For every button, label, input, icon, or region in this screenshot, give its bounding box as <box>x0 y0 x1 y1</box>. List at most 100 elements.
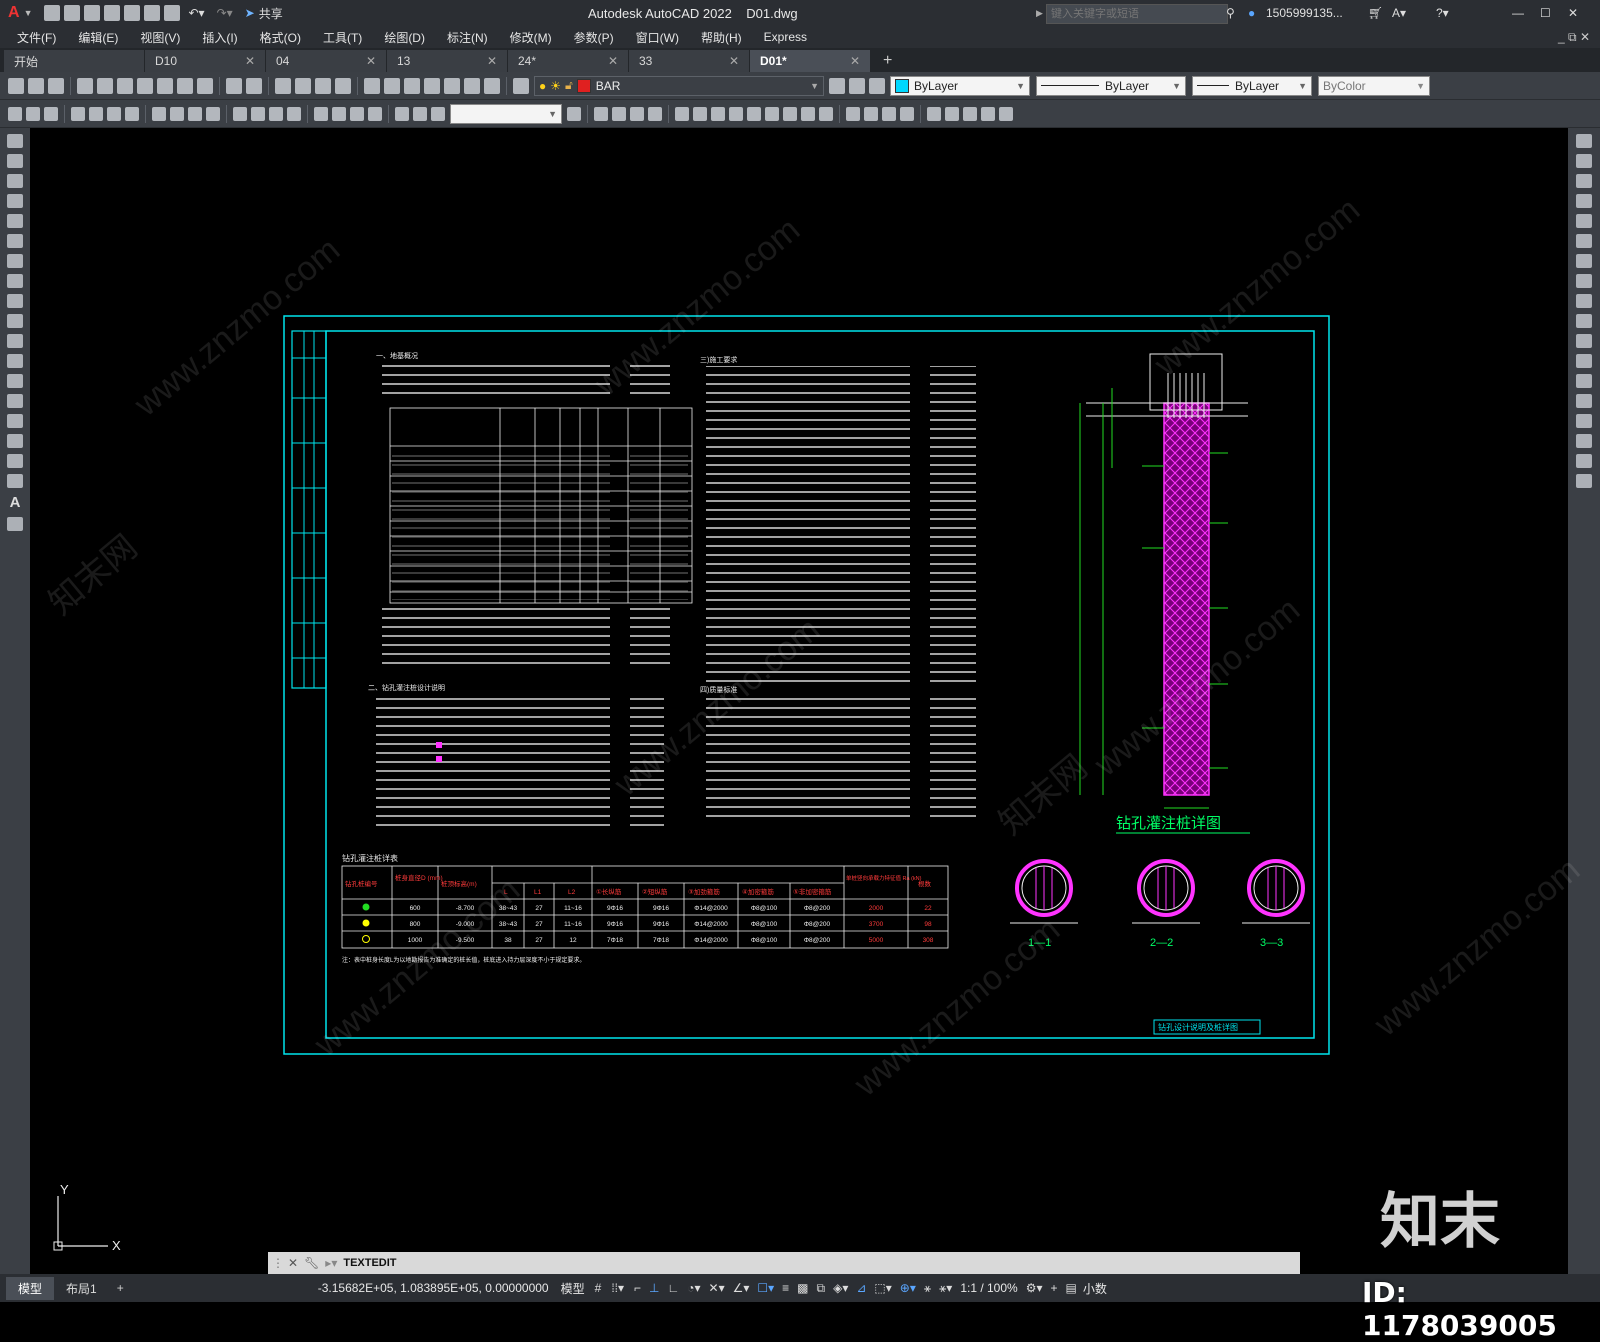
dimstyle-dropdown[interactable]: ▼ <box>450 103 562 124</box>
units-icon[interactable]: ▤ <box>1065 1281 1076 1295</box>
transparency-icon[interactable]: ▩ <box>797 1281 808 1295</box>
tool-a-icon[interactable] <box>8 106 22 121</box>
plotstyle-dropdown[interactable]: ByColor ▼ <box>1318 75 1430 96</box>
command-line[interactable]: ⋮ ✕ 🔧︎ ▸▾ TEXTEDIT <box>268 1252 1300 1274</box>
make-block-icon[interactable] <box>7 374 23 388</box>
tab-d10[interactable]: D10 ✕ <box>145 50 265 72</box>
grip-icon[interactable]: ⋮ <box>272 1256 284 1270</box>
dim-arc-icon[interactable] <box>107 106 121 121</box>
close-tab-icon[interactable]: ✕ <box>608 54 618 68</box>
preview-icon[interactable] <box>97 77 113 94</box>
add-selected-icon[interactable] <box>7 517 23 531</box>
tool-c-icon[interactable] <box>44 106 58 121</box>
explode-icon[interactable] <box>1576 474 1592 488</box>
close-tab-icon[interactable]: ✕ <box>487 54 497 68</box>
menu-format[interactable]: 格式(O) <box>249 29 312 46</box>
undo-icon[interactable]: ↶▾ <box>188 6 204 20</box>
menu-edit[interactable]: 编辑(E) <box>67 29 129 46</box>
modify-7-icon[interactable] <box>711 106 725 121</box>
redo-icon[interactable]: ↷▾ <box>217 6 233 20</box>
point-icon[interactable] <box>7 394 23 408</box>
cart-icon[interactable]: 🛒︎ <box>1368 6 1383 20</box>
cut-icon[interactable] <box>137 77 153 94</box>
copy-icon[interactable] <box>157 77 173 94</box>
zoom-realtime-icon[interactable] <box>295 77 311 94</box>
move-icon[interactable] <box>1576 234 1592 248</box>
modify-18-icon[interactable] <box>927 106 941 121</box>
save-icon[interactable] <box>84 5 101 21</box>
add-layout-icon[interactable]: + <box>109 1281 132 1295</box>
make-current-layer-icon[interactable] <box>829 77 845 94</box>
units-readout[interactable]: 小数 <box>1083 1280 1107 1297</box>
rectangle-icon[interactable] <box>7 214 23 228</box>
model-space-toggle[interactable]: 模型 <box>561 1280 585 1297</box>
revcloud-icon[interactable] <box>7 274 23 288</box>
search-expand-icon[interactable]: ▶ <box>1036 8 1043 19</box>
modify-15-icon[interactable] <box>864 106 878 121</box>
dim-baseline-icon[interactable] <box>251 106 265 121</box>
menu-tools[interactable]: 工具(T) <box>312 29 373 46</box>
print-icon[interactable] <box>164 5 181 21</box>
layer-dropdown[interactable]: ● ☀ 🔓︎ BAR ▼ <box>534 75 824 96</box>
dim-aligned-icon[interactable] <box>89 106 103 121</box>
new-tab-icon[interactable]: + <box>883 50 892 72</box>
modify-19-icon[interactable] <box>945 106 959 121</box>
paste-icon[interactable] <box>177 77 193 94</box>
dim-ordinate-icon[interactable] <box>125 106 139 121</box>
gradient-icon[interactable] <box>7 434 23 448</box>
menu-express[interactable]: Express <box>753 30 818 44</box>
share-icon[interactable]: ➤ <box>245 6 255 20</box>
dim-radius-icon[interactable] <box>152 106 166 121</box>
user-icon[interactable]: ● <box>1248 6 1255 20</box>
isodraft-icon[interactable]: ✕▾ <box>709 1281 725 1295</box>
tab-13[interactable]: 13 ✕ <box>387 50 507 72</box>
linetype-dropdown[interactable]: ByLayer ▼ <box>1036 75 1186 96</box>
drawing-canvas[interactable]: 一、地基概况 二、钻孔灌注桩设计说明 三)施工要求 四)质量标准 钻孔灌注桩详表 <box>30 128 1587 1274</box>
snap-icon[interactable]: ⁞⁞▾ <box>611 1281 624 1295</box>
layout-tab-model[interactable]: 模型 <box>6 1276 55 1300</box>
publish-icon[interactable] <box>117 77 133 94</box>
layer-previous-icon[interactable] <box>849 77 865 94</box>
spline-icon[interactable] <box>7 294 23 308</box>
maximize-icon[interactable]: ☐ <box>1540 6 1551 20</box>
annotation-scale-icon[interactable]: ⚹▾ <box>939 1281 952 1296</box>
modify-5-icon[interactable] <box>675 106 689 121</box>
tool-b-icon[interactable] <box>26 106 40 121</box>
dynamic-input-icon[interactable]: ⊥ <box>649 1281 659 1295</box>
customize-icon[interactable]: 🔧︎ <box>304 1256 319 1270</box>
selection-cycling-icon[interactable]: ⧉ <box>817 1281 826 1296</box>
copy-object-icon[interactable] <box>1576 154 1592 168</box>
hatch-icon[interactable] <box>7 414 23 428</box>
tab-24[interactable]: 24* ✕ <box>508 50 628 72</box>
mtext-icon[interactable]: A <box>0 494 30 511</box>
zoom-window-icon[interactable] <box>315 77 331 94</box>
menu-draw[interactable]: 绘图(D) <box>373 29 436 46</box>
save-file-icon[interactable] <box>48 77 64 94</box>
markup-icon[interactable] <box>444 77 460 94</box>
modify-21-icon[interactable] <box>981 106 995 121</box>
redo-toolbar-icon[interactable] <box>246 77 262 94</box>
dim-jogged-icon[interactable] <box>170 106 184 121</box>
polygon-icon[interactable] <box>7 194 23 208</box>
table-icon[interactable] <box>7 474 23 488</box>
tab-33[interactable]: 33 ✕ <box>629 50 749 72</box>
new-icon[interactable] <box>44 5 61 21</box>
modify-17-icon[interactable] <box>900 106 914 121</box>
polyline-icon[interactable] <box>7 174 23 188</box>
inspection-icon[interactable] <box>350 106 364 121</box>
zoom-previous-icon[interactable] <box>335 77 351 94</box>
layer-properties-icon[interactable] <box>513 77 529 94</box>
modify-3-icon[interactable] <box>630 106 644 121</box>
dim-override-icon[interactable] <box>567 106 581 121</box>
dim-continue-icon[interactable] <box>269 106 283 121</box>
modify-14-icon[interactable] <box>846 106 860 121</box>
annotation-visibility-icon[interactable]: ⚹ <box>924 1281 931 1296</box>
construction-line-icon[interactable] <box>7 154 23 168</box>
modify-10-icon[interactable] <box>765 106 779 121</box>
user-name[interactable]: 1505999135... <box>1266 6 1343 20</box>
app-logo-icon[interactable]: A <box>8 4 20 22</box>
modify-16-icon[interactable] <box>882 106 896 121</box>
open-icon[interactable] <box>64 5 81 21</box>
line-icon[interactable] <box>7 134 23 148</box>
design-center-icon[interactable] <box>384 77 400 94</box>
